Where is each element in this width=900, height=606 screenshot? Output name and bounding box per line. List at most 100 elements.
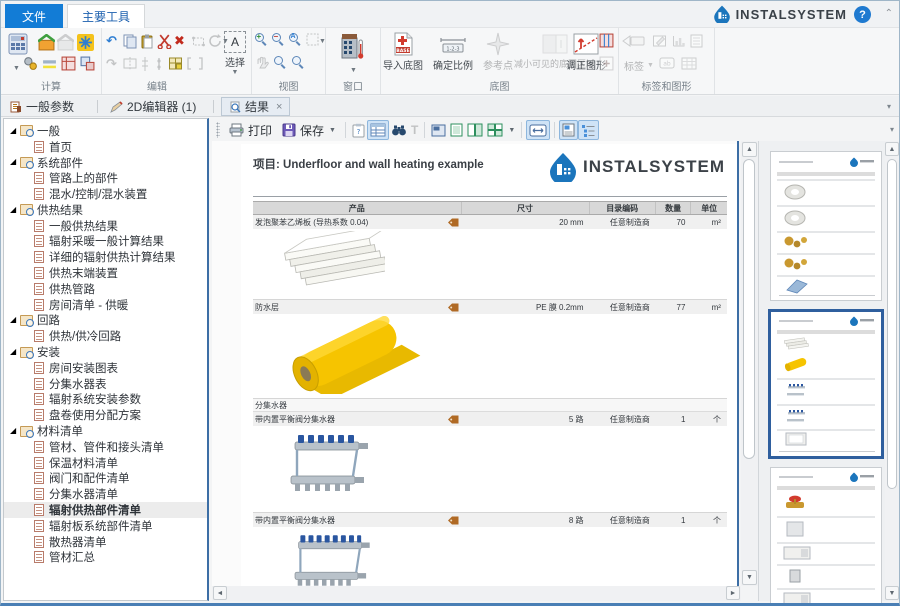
fit-width-toggle[interactable] <box>526 120 550 140</box>
tab-general-params[interactable]: 一般参数 <box>3 97 81 116</box>
copy-icon[interactable] <box>123 34 137 49</box>
find-button[interactable] <box>389 120 409 140</box>
tree-item-room-list-heating[interactable]: 房间清单 - 供暖 <box>4 297 207 313</box>
grid-snap-icon[interactable] <box>168 57 183 70</box>
tab-results[interactable]: 结果 × <box>221 97 290 116</box>
building-window-icon[interactable] <box>340 32 366 60</box>
scroll-down-button[interactable]: ▼ <box>885 586 899 600</box>
tree-group-material-lists[interactable]: ◢材料清单 <box>4 423 207 439</box>
scroll-thumb[interactable] <box>887 159 897 489</box>
collapse-ribbon-icon[interactable]: ⌃ <box>885 8 893 19</box>
zoom-dropdown-icon[interactable]: ▼ <box>319 38 326 45</box>
expander-icon[interactable]: ◢ <box>10 347 20 357</box>
tree-item-home[interactable]: 首页 <box>4 139 207 155</box>
scroll-up-button[interactable]: ▲ <box>742 142 757 157</box>
scroll-thumb[interactable] <box>743 159 755 459</box>
calc-settings-icon[interactable] <box>23 56 38 71</box>
toolbar-overflow-icon[interactable]: ▾ <box>890 125 894 134</box>
tree-item-radiant-heating-parts-list[interactable]: 辐射供热部件清单 <box>4 502 207 518</box>
catalog-tag-icon[interactable] <box>448 516 459 525</box>
set-scale-button[interactable]: 1-2-3 确定比例 <box>433 32 473 72</box>
tree-item-manifold-list[interactable]: 分集水器清单 <box>4 486 207 502</box>
tree-item-mixing-devices[interactable]: 混水/控制/混水装置 <box>4 186 207 202</box>
zoom-in-icon[interactable]: + <box>255 33 268 46</box>
help-button[interactable]: ? <box>854 6 871 23</box>
save-dropdown-icon[interactable]: ▼ <box>329 127 336 134</box>
thumbnail-page-2-selected[interactable] <box>768 309 884 459</box>
zoom-all-icon[interactable]: A <box>289 33 302 46</box>
paste-icon[interactable] <box>140 34 154 49</box>
expander-icon[interactable]: ◢ <box>10 126 20 136</box>
undo-icon[interactable]: ↶ <box>106 33 117 49</box>
tab-main-tools[interactable]: 主要工具 <box>67 4 145 28</box>
expander-icon[interactable]: ◢ <box>10 315 20 325</box>
tree-item-valves-list[interactable]: 阀门和配件清单 <box>4 471 207 487</box>
tree-item-pipe-parts[interactable]: 管路上的部件 <box>4 170 207 186</box>
document-horizontal-scrollbar[interactable]: ◄ ► <box>212 586 741 601</box>
tree-group-installation[interactable]: ◢安装 <box>4 344 207 360</box>
tree-group-circuits[interactable]: ◢回路 <box>4 313 207 329</box>
outline-panel-toggle[interactable] <box>578 120 599 140</box>
thumbnails-panel-toggle[interactable] <box>559 120 578 140</box>
scroll-right-button[interactable]: ► <box>726 586 740 600</box>
page-layout-single-button[interactable] <box>448 120 465 140</box>
basemap-layers-icon[interactable] <box>599 33 614 48</box>
tree-group-general[interactable]: ◢一般 <box>4 123 207 139</box>
tab-close-icon[interactable]: × <box>276 101 282 113</box>
report-settings-button[interactable]: ? <box>350 120 367 140</box>
expander-icon[interactable]: ◢ <box>10 157 20 167</box>
tree-item-radiant-general-results[interactable]: 辐射采暖一般计算结果 <box>4 234 207 250</box>
diagnostics-icon[interactable] <box>80 56 95 71</box>
tree-item-heating-pipes[interactable]: 供热管路 <box>4 281 207 297</box>
tree-item-radiant-panel-parts-list[interactable]: 辐射板系统部件清单 <box>4 518 207 534</box>
tree-item-heating-terminals[interactable]: 供热末端装置 <box>4 265 207 281</box>
scroll-down-button[interactable]: ▼ <box>742 570 757 585</box>
page-layout-facing-button[interactable] <box>465 120 485 140</box>
tree-group-system-parts[interactable]: ◢系统部件 <box>4 155 207 171</box>
toolbar-grip[interactable] <box>216 122 220 138</box>
tree-item-coil-allocation[interactable]: 盘卷使用分配方案 <box>4 407 207 423</box>
delete-icon[interactable]: ✖ <box>174 33 185 49</box>
catalog-tag-icon[interactable] <box>448 415 459 424</box>
tree-item-insulation-list[interactable]: 保温材料清单 <box>4 455 207 471</box>
pipe-sizing-icon[interactable] <box>42 56 57 71</box>
cut-scissors-icon[interactable] <box>157 34 172 49</box>
heating-calc-icon[interactable] <box>38 34 55 51</box>
thumbnail-page-3[interactable] <box>770 467 882 606</box>
expander-icon[interactable]: ◢ <box>10 205 20 215</box>
table-view-toggle[interactable] <box>367 120 389 140</box>
window-dropdown-icon[interactable]: ▼ <box>350 67 357 74</box>
print-button[interactable]: 打印 <box>224 120 277 140</box>
calculator-icon[interactable] <box>6 32 30 56</box>
page-layout-normal-button[interactable] <box>429 120 448 140</box>
catalog-tag-icon[interactable] <box>448 218 459 227</box>
layout-dropdown-icon[interactable]: ▼ <box>508 127 515 134</box>
save-button[interactable]: 保存 ▼ <box>277 120 341 140</box>
tree-item-detailed-radiant-results[interactable]: 详细的辐射供热计算结果 <box>4 249 207 265</box>
scroll-up-button[interactable]: ▲ <box>885 142 899 156</box>
tree-item-room-install-charts[interactable]: 房间安装图表 <box>4 360 207 376</box>
select-tool-button[interactable]: A 选择 ▼ <box>224 31 246 76</box>
tree-item-manifold-table[interactable]: 分集水器表 <box>4 376 207 392</box>
thumbnails-vertical-scrollbar[interactable]: ▲ ▼ <box>885 141 900 601</box>
zoom-previous-icon[interactable] <box>274 56 287 69</box>
tab-2d-editor[interactable]: 2D编辑器 (1) <box>103 97 203 116</box>
expander-icon[interactable]: ◢ <box>10 426 20 436</box>
thumbnail-page-1[interactable] <box>770 151 882 301</box>
results-grid-icon[interactable] <box>61 56 76 71</box>
tab-overflow-icon[interactable]: ▾ <box>887 102 891 111</box>
tree-item-radiant-install-params[interactable]: 辐射系统安装参数 <box>4 392 207 408</box>
page-layout-multi-button[interactable]: ▼ <box>485 120 517 140</box>
tree-item-heat-cool-circuits[interactable]: 供热/供冷回路 <box>4 328 207 344</box>
catalog-tag-icon[interactable] <box>448 303 459 312</box>
tree-item-general-heating-results[interactable]: 一般供热结果 <box>4 218 207 234</box>
zoom-window-icon[interactable] <box>292 56 305 69</box>
tree-item-pipe-summary[interactable]: 管材汇总 <box>4 550 207 566</box>
tree-item-pipes-fittings-list[interactable]: 管材、管件和接头清单 <box>4 439 207 455</box>
tree-item-radiators-list[interactable]: 散热器清单 <box>4 534 207 550</box>
calc-dropdown-icon[interactable]: ▼ <box>13 65 20 72</box>
tab-file[interactable]: 文件 <box>5 4 63 28</box>
scroll-left-button[interactable]: ◄ <box>213 586 227 600</box>
climate-calc-icon[interactable] <box>77 34 94 51</box>
zoom-out-icon[interactable]: − <box>272 33 285 46</box>
